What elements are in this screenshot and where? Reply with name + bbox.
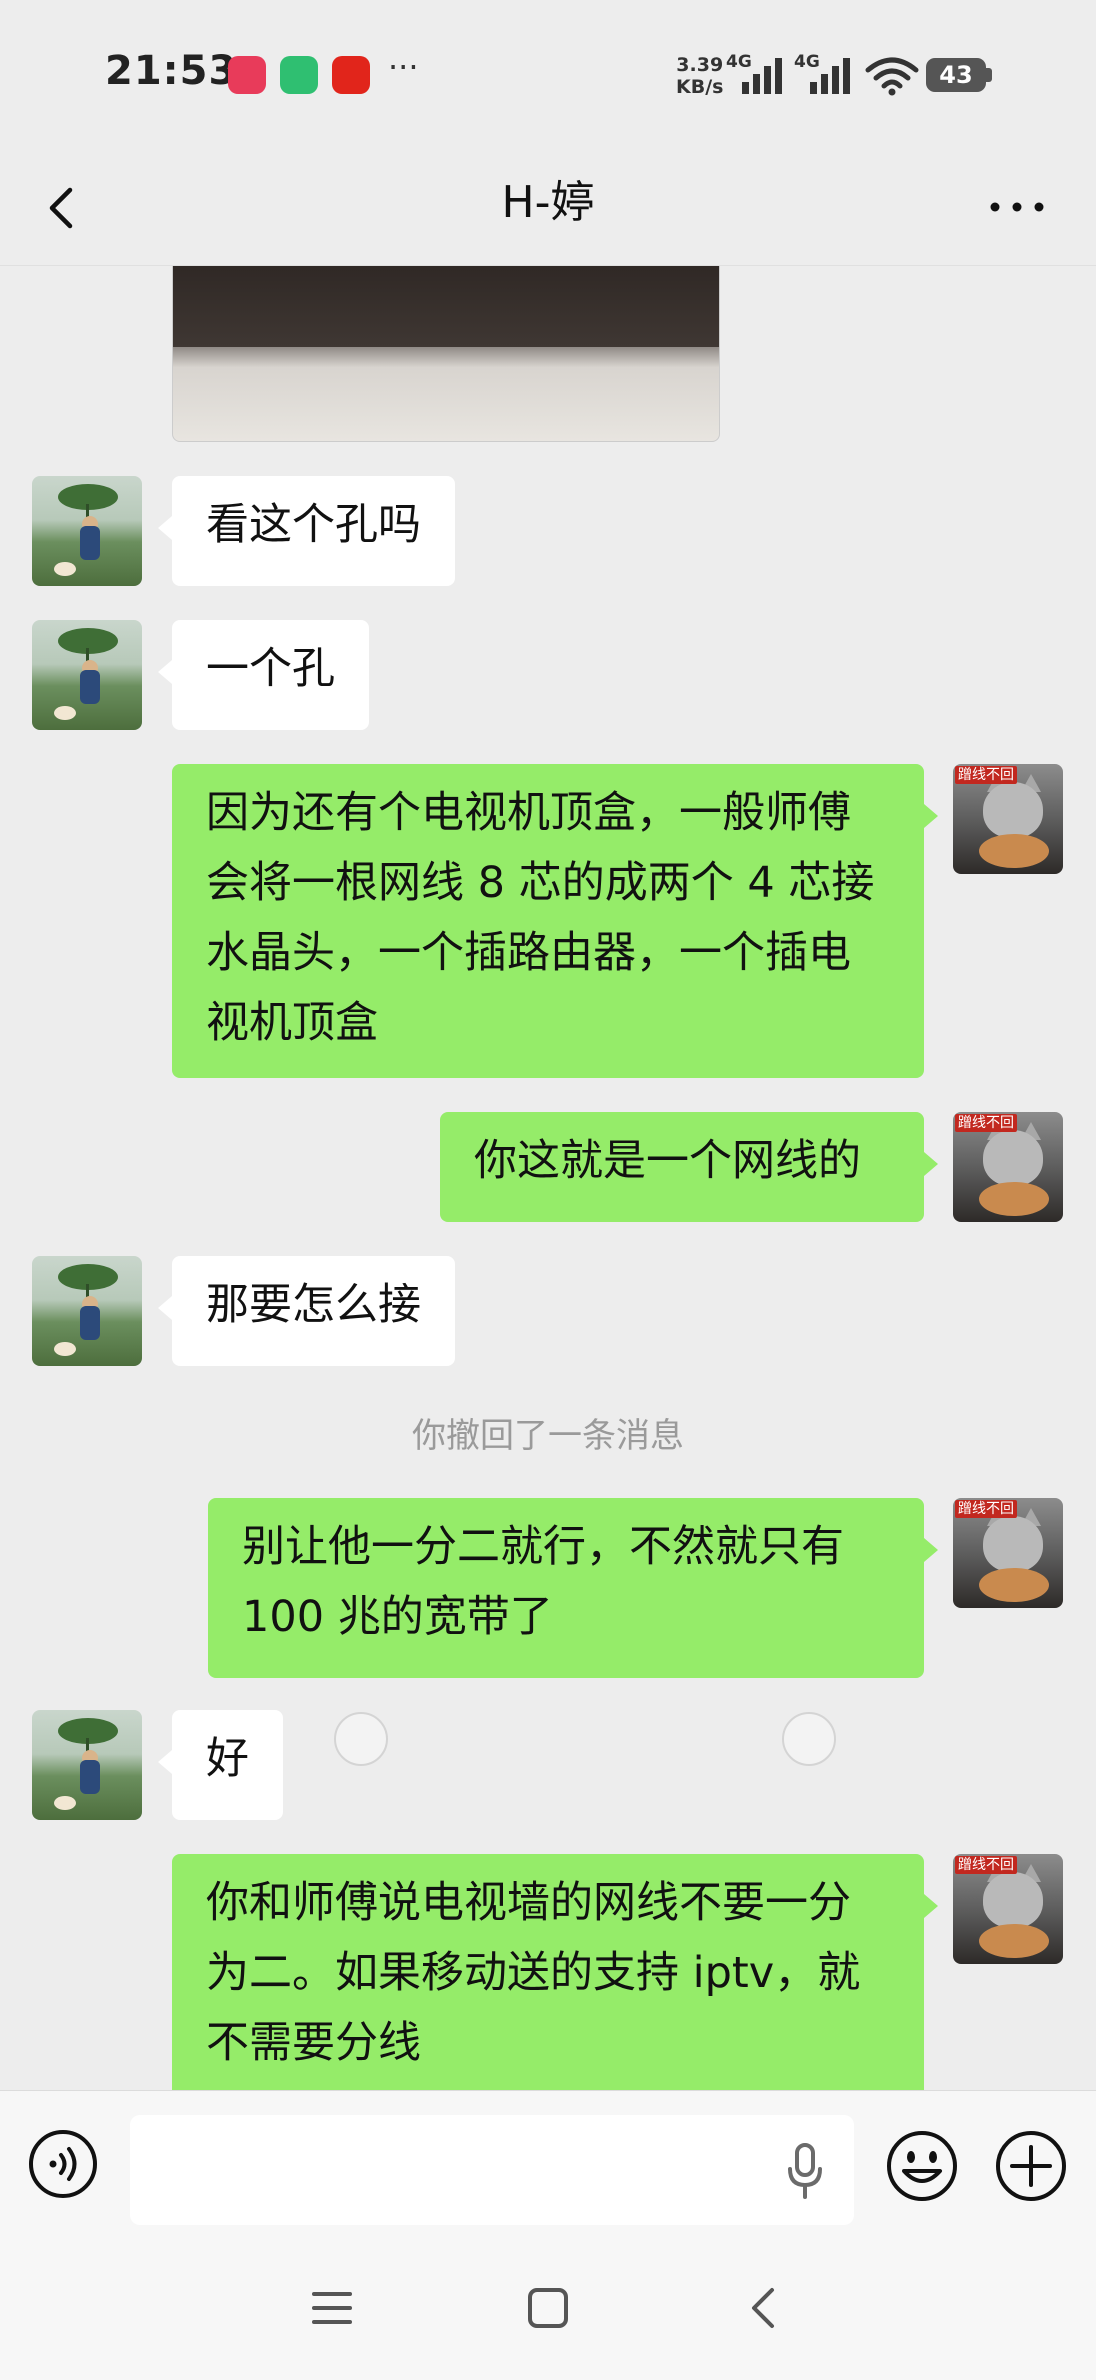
image-message[interactable] — [172, 266, 720, 442]
chat-header: H-婷 — [0, 150, 1096, 266]
image-content — [173, 266, 719, 347]
message-bubble-outgoing[interactable]: 你这就是一个网线的 — [440, 1112, 938, 1222]
contact-avatar[interactable] — [32, 476, 142, 586]
recent-apps-button[interactable] — [310, 2286, 354, 2330]
message-list[interactable]: 看这个孔吗 一个孔 因为还有个电视机顶盒，一般师傅会将一根网线 8 芯的成两个 … — [0, 266, 1096, 2090]
more-options-button[interactable] — [985, 172, 1055, 242]
my-avatar[interactable]: 蹭线不回 — [953, 1854, 1063, 1964]
message-bubble-incoming[interactable]: 好 — [158, 1710, 283, 1820]
my-avatar[interactable]: 蹭线不回 — [953, 1498, 1063, 1608]
message-bubble-incoming[interactable]: 看这个孔吗 — [158, 476, 455, 586]
message-bubble-incoming[interactable]: 一个孔 — [158, 620, 369, 730]
my-avatar[interactable]: 蹭线不回 — [953, 764, 1063, 874]
signal-strength-icon — [742, 58, 782, 94]
emoji-button[interactable] — [885, 2129, 959, 2203]
mijia-app-icon — [280, 56, 318, 94]
my-avatar[interactable]: 蹭线不回 — [953, 1112, 1063, 1222]
system-back-button[interactable] — [744, 2284, 784, 2332]
back-button[interactable] — [40, 172, 110, 242]
signal-strength-icon — [810, 58, 850, 94]
status-time: 21:53 — [105, 48, 238, 94]
microphone-icon[interactable] — [785, 2141, 825, 2201]
battery-tip — [986, 68, 992, 82]
chat-title: H-婷 — [501, 177, 595, 228]
message-bubble-outgoing[interactable]: 别让他一分二就行，不然就只有100 兆的宽带了 — [208, 1498, 938, 1678]
shopping-618-app-icon — [228, 56, 266, 94]
message-input[interactable] — [130, 2115, 854, 2225]
more-actions-button[interactable] — [994, 2129, 1068, 2203]
message-bubble-outgoing[interactable]: 因为还有个电视机顶盒，一般师傅会将一根网线 8 芯的成两个 4 芯接水晶头，一个… — [172, 764, 938, 1078]
contact-avatar[interactable] — [32, 1710, 142, 1820]
status-bar: 21:53 ··· 3.39 KB/s 4G 4G 43 — [0, 0, 1096, 150]
touch-indicator — [334, 1712, 388, 1766]
tmall-app-icon — [332, 56, 370, 94]
home-button[interactable] — [524, 2284, 572, 2332]
message-bubble-incoming[interactable]: 那要怎么接 — [158, 1256, 455, 1366]
contact-avatar[interactable] — [32, 1256, 142, 1366]
wifi-icon — [865, 57, 919, 96]
recall-notice[interactable]: 你撤回了一条消息 — [0, 1408, 1096, 1457]
voice-mode-button[interactable] — [28, 2129, 98, 2199]
message-bubble-outgoing[interactable]: 你和师傅说电视墙的网线不要一分为二。如果移动送的支持 iptv，就不需要分线 — [172, 1854, 938, 2090]
more-notifications-icon: ··· — [388, 48, 419, 86]
net-speed: 3.39 KB/s — [676, 54, 724, 98]
contact-avatar[interactable] — [32, 620, 142, 730]
input-bar — [0, 2090, 1096, 2241]
battery-level: 43 — [939, 61, 973, 89]
touch-indicator — [782, 1712, 836, 1766]
system-nav-bar — [0, 2240, 1096, 2380]
